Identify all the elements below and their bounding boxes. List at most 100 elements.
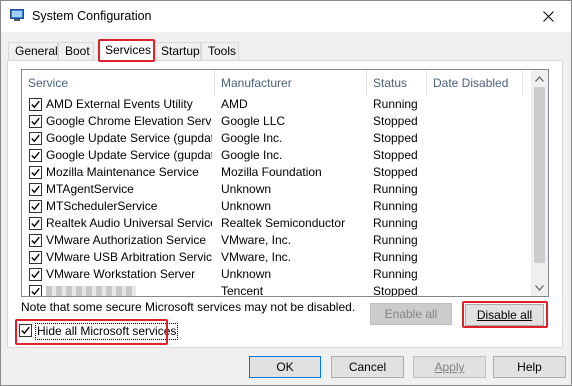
checkmark-icon [31, 253, 40, 262]
title-bar[interactable]: System Configuration [1, 1, 571, 32]
service-status: Running [373, 233, 418, 247]
service-name: VMware USB Arbitration Service [46, 250, 212, 264]
service-manufacturer: Unknown [221, 267, 272, 281]
tab-general-label: General [15, 44, 58, 58]
service-name: MTSchedulerService [46, 199, 158, 213]
column-date-disabled[interactable]: Date Disabled [427, 70, 508, 96]
scroll-thumb[interactable] [534, 87, 545, 263]
tab-general[interactable]: General [8, 42, 58, 60]
column-separator[interactable] [522, 70, 523, 96]
list-item[interactable]: MTAgentService Unknown Running [22, 181, 532, 198]
checkmark-icon [31, 151, 40, 160]
disable-all-highlight [462, 301, 548, 328]
service-checkbox[interactable] [29, 234, 42, 247]
service-manufacturer: AMD [221, 97, 248, 111]
service-status: Running [373, 199, 418, 213]
service-status: Running [373, 182, 418, 196]
checkmark-icon [31, 168, 40, 177]
vertical-scrollbar[interactable] [531, 70, 548, 296]
column-service[interactable]: Service [22, 70, 68, 96]
services-list[interactable]: Service Manufacturer Status Date Disable… [21, 69, 549, 297]
services-tab-highlight [98, 39, 155, 62]
enable-all-button[interactable]: Enable all [370, 303, 452, 325]
checkmark-icon [31, 219, 40, 228]
checkmark-icon [31, 185, 40, 194]
list-header: Service Manufacturer Status Date Disable… [22, 70, 532, 96]
chevron-down-icon [535, 284, 544, 291]
redacted-text [46, 285, 136, 296]
service-name: Mozilla Maintenance Service [46, 165, 199, 179]
apply-button[interactable]: Apply [413, 356, 486, 378]
cancel-button[interactable]: Cancel [331, 356, 404, 378]
system-configuration-window: System Configuration General Boot Servic… [0, 0, 572, 386]
service-checkbox[interactable] [29, 98, 42, 111]
list-item[interactable]: VMware USB Arbitration Service VMware, In… [22, 249, 532, 266]
tab-startup[interactable]: Startup [154, 42, 201, 60]
service-status: Running [373, 216, 418, 230]
column-manufacturer[interactable]: Manufacturer [215, 70, 292, 96]
list-item[interactable]: Tencent Stopped [22, 283, 532, 296]
tab-startup-label: Startup [161, 44, 200, 58]
service-manufacturer: Realtek Semiconductor [221, 216, 346, 230]
close-button[interactable] [525, 1, 571, 32]
checkmark-icon [31, 287, 40, 296]
tab-tools[interactable]: Tools [201, 42, 239, 60]
service-name: VMware Authorization Service [46, 233, 207, 247]
list-item[interactable]: MTSchedulerService Unknown Running [22, 198, 532, 215]
service-status: Stopped [373, 165, 418, 179]
service-status: Stopped [373, 131, 418, 145]
service-manufacturer: VMware, Inc. [221, 233, 292, 247]
checkmark-icon [31, 270, 40, 279]
ok-button[interactable]: OK [249, 356, 321, 378]
list-rows: AMD External Events Utility AMD Running Goo… [22, 96, 532, 296]
list-item[interactable]: VMware Authorization Service VMware, Inc.… [22, 232, 532, 249]
checkmark-icon [31, 100, 40, 109]
service-status: Running [373, 267, 418, 281]
checkmark-icon [31, 117, 40, 126]
service-checkbox[interactable] [29, 200, 42, 213]
checkmark-icon [31, 202, 40, 211]
tab-boot[interactable]: Boot [58, 42, 94, 60]
service-manufacturer: Google LLC [221, 114, 286, 128]
service-name: Google Chrome Elevation Servic... [46, 114, 212, 128]
service-manufacturer: Mozilla Foundation [221, 165, 322, 179]
msconfig-icon [10, 9, 24, 21]
service-checkbox[interactable] [29, 132, 42, 145]
service-checkbox[interactable] [29, 149, 42, 162]
tab-tools-label: Tools [208, 44, 237, 58]
column-status[interactable]: Status [367, 70, 407, 96]
help-button[interactable]: Help [493, 356, 566, 378]
service-checkbox[interactable] [29, 251, 42, 264]
service-checkbox[interactable] [29, 217, 42, 230]
service-checkbox[interactable] [29, 166, 42, 179]
checkmark-icon [31, 236, 40, 245]
service-checkbox[interactable] [29, 268, 42, 281]
service-name: Google Update Service (gupdatem) [46, 148, 212, 162]
service-manufacturer: Google Inc. [221, 131, 283, 145]
tab-boot-label: Boot [65, 44, 90, 58]
chevron-up-icon [535, 75, 544, 82]
scroll-down-button[interactable] [531, 279, 548, 296]
scroll-up-button[interactable] [531, 70, 548, 87]
list-item[interactable]: VMware Workstation Server Unknown Running [22, 266, 532, 283]
service-status: Running [373, 97, 418, 111]
list-item[interactable]: Google Update Service (gupdatem) Google I… [22, 147, 532, 164]
apply-label: Apply [434, 360, 465, 374]
service-status: Stopped [373, 148, 418, 162]
service-name: Google Update Service (gupdate) [46, 131, 212, 145]
service-checkbox[interactable] [29, 183, 42, 196]
service-name [46, 283, 212, 296]
service-manufacturer: Google Inc. [221, 148, 283, 162]
list-item[interactable]: Realtek Audio Universal Service Realtek S… [22, 215, 532, 232]
service-name: VMware Workstation Server [46, 267, 196, 281]
service-checkbox[interactable] [29, 285, 42, 296]
service-checkbox[interactable] [29, 115, 42, 128]
list-item[interactable]: Google Chrome Elevation Servic... Google … [22, 113, 532, 130]
list-item[interactable]: AMD External Events Utility AMD Running [22, 96, 532, 113]
list-item[interactable]: Google Update Service (gupdate) Google In… [22, 130, 532, 147]
service-name: Realtek Audio Universal Service [46, 216, 212, 230]
list-item[interactable]: Mozilla Maintenance Service Mozilla Found… [22, 164, 532, 181]
service-manufacturer: VMware, Inc. [221, 250, 292, 264]
window-title: System Configuration [32, 9, 152, 23]
service-name: MTAgentService [46, 182, 134, 196]
